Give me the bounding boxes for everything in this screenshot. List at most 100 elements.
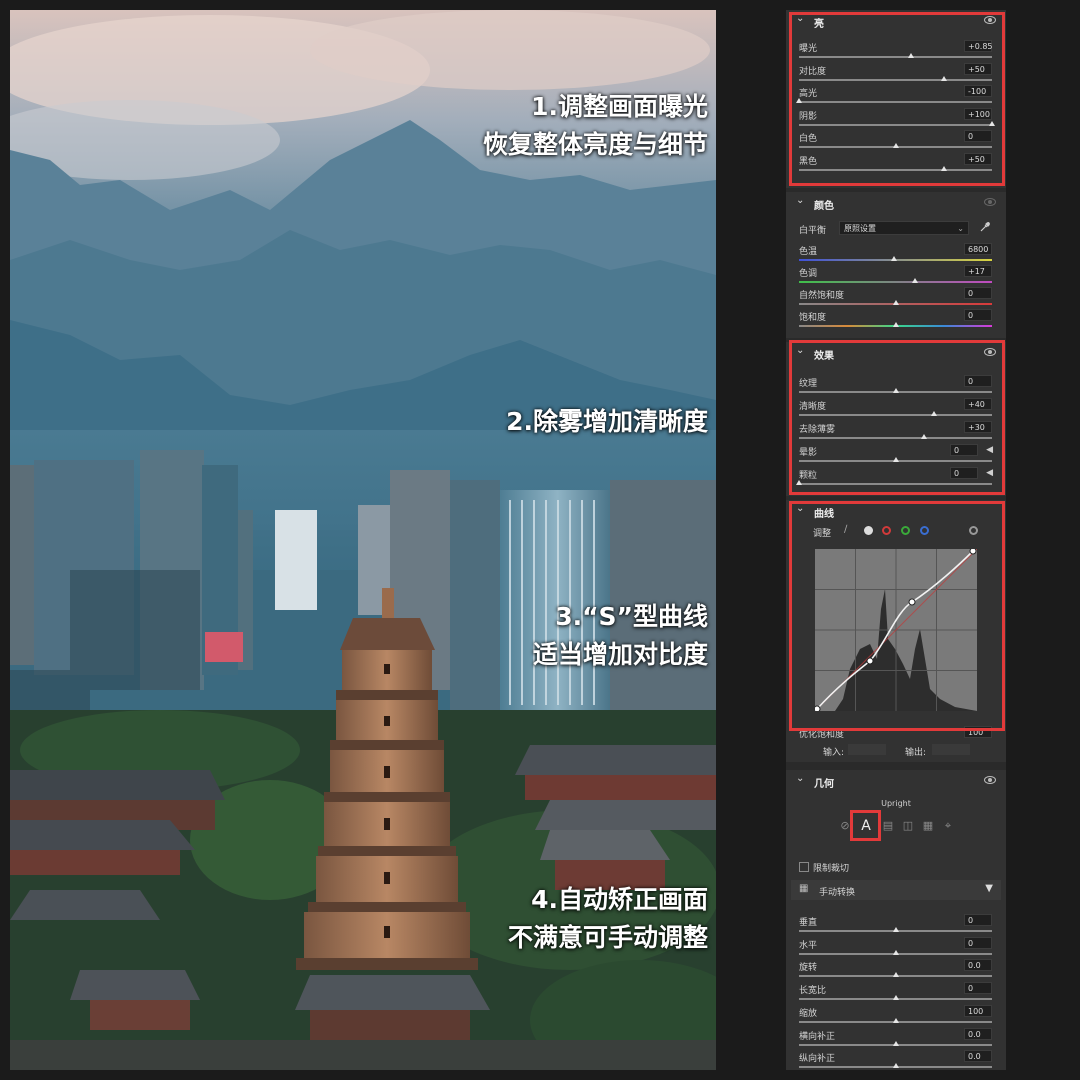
color-section: ⌄ 颜色 白平衡 原照设置 ⌄ 色温 6800 色调 +17 自然饱和度 0 饱和度 0 (786, 192, 1006, 338)
caption-geometry: 4.自动矫正画面 不满意可手动调整 (508, 881, 708, 957)
slider-track[interactable] (799, 256, 992, 261)
slider-row: 色温 6800 (786, 243, 1006, 265)
eye-icon[interactable] (984, 776, 996, 784)
caption-exposure: 1.调整画面曝光 恢复整体亮度与细节 (483, 88, 708, 164)
constrain-crop-checkbox[interactable] (799, 862, 809, 872)
slider-row: 缩放 100 (786, 1004, 1006, 1027)
color-header[interactable]: ⌄ 颜色 (786, 192, 1006, 214)
slider-label: 横向补正 (799, 1031, 836, 1042)
highlight-light (789, 12, 1005, 186)
transform-icon: ▦ (799, 883, 809, 894)
caption-line: 1.调整画面曝光 (531, 92, 708, 121)
slider-row: 色调 +17 (786, 265, 1006, 287)
eyedropper-icon[interactable] (979, 221, 991, 233)
slider-track[interactable] (799, 995, 992, 1001)
slider-thumb[interactable] (892, 1017, 899, 1023)
slider-label: 饱和度 (799, 313, 827, 323)
geometry-header[interactable]: ⌄ 几何 (786, 770, 1006, 792)
curve-output-field[interactable] (932, 744, 970, 755)
caption-line: 2.除雾增加清晰度 (506, 407, 708, 436)
curve-output-label: 输出: (905, 748, 927, 758)
slider-value-field[interactable]: +17 (964, 265, 992, 277)
develop-panel: ⌄ 亮 曝光 +0.85 对比度 +50 高光 -100 阴影 +100 白色 0 黑色 +50 ⌄ … (786, 10, 1006, 1070)
chevron-down-icon[interactable]: ⌄ (796, 773, 804, 784)
white-balance-select[interactable]: 原照设置 ⌄ (839, 221, 969, 235)
chevron-down-icon: ⌄ (957, 224, 964, 233)
slider-track[interactable] (799, 1063, 992, 1069)
slider-value-field[interactable]: 100 (964, 1004, 992, 1017)
slider-value-field[interactable]: 0.0 (964, 1050, 992, 1063)
slider-value-field[interactable]: 0.0 (964, 959, 992, 972)
photo-preview: 1.调整画面曝光 恢复整体亮度与细节 2.除雾增加清晰度 3.“S”型曲线 适当… (10, 10, 716, 1070)
upright-level-icon[interactable]: ▤ (879, 817, 897, 835)
caption-line: 不满意可手动调整 (507, 923, 708, 952)
slider-track[interactable] (799, 949, 992, 955)
slider-thumb[interactable] (892, 322, 899, 327)
slider-track[interactable] (799, 972, 992, 978)
highlight-curve (789, 501, 1005, 731)
caption-line: 3.“S”型曲线 (555, 602, 708, 631)
slider-track[interactable] (799, 927, 992, 932)
slider-label: 纵向补正 (799, 1054, 836, 1065)
slider-label: 色温 (799, 247, 818, 257)
slider-value-field[interactable]: 0 (964, 936, 992, 949)
curve-input-label: 输入: (823, 748, 845, 758)
eye-icon[interactable] (984, 198, 996, 206)
slider-label: 色调 (799, 269, 818, 279)
slider-value-field[interactable]: 0 (964, 309, 992, 321)
section-title: 几何 (814, 779, 834, 790)
slider-row: 自然饱和度 0 (786, 287, 1006, 309)
slider-track[interactable] (799, 300, 992, 305)
slider-thumb[interactable] (892, 300, 899, 305)
manual-transform-label: 手动转换 (819, 888, 856, 898)
upright-full-icon[interactable]: ▦ (919, 817, 937, 835)
slider-thumb[interactable] (892, 1063, 899, 1069)
upright-vertical-icon[interactable]: ◫ (899, 817, 917, 835)
slider-track[interactable] (799, 278, 992, 283)
slider-label: 垂直 (799, 918, 818, 928)
slider-row: 横向补正 0.0 (786, 1027, 1006, 1050)
slider-track[interactable] (799, 322, 992, 327)
slider-row: 长宽比 0 (786, 982, 1006, 1004)
slider-label: 旋转 (799, 963, 818, 974)
slider-value-field[interactable]: 0 (964, 914, 992, 926)
upright-guided-icon[interactable]: ⌖ (939, 817, 957, 835)
upright-label: Upright (881, 799, 911, 808)
highlight-effects (789, 340, 1005, 495)
triangle-down-icon[interactable]: ▼ (985, 883, 993, 894)
slider-label: 缩放 (799, 1008, 818, 1019)
section-title: 颜色 (814, 201, 834, 212)
highlight-upright-auto (850, 810, 881, 841)
slider-thumb[interactable] (890, 256, 897, 261)
slider-track[interactable] (799, 1017, 992, 1023)
slider-track[interactable] (799, 1040, 992, 1046)
caption-line: 恢复整体亮度与细节 (482, 130, 708, 159)
caption-curve: 3.“S”型曲线 适当增加对比度 (533, 598, 708, 674)
slider-value-field[interactable]: 6800 (964, 243, 992, 255)
slider-thumb[interactable] (911, 278, 918, 283)
white-balance-label: 白平衡 (799, 226, 827, 236)
caption-dehaze: 2.除雾增加清晰度 (506, 403, 708, 441)
slider-row: 垂直 0 (786, 914, 1006, 936)
chevron-down-icon[interactable]: ⌄ (796, 195, 804, 206)
constrain-crop-label: 限制裁切 (813, 864, 850, 874)
slider-row: 饱和度 0 (786, 309, 1006, 331)
caption-line: 4.自动矫正画面 (531, 885, 708, 914)
geometry-section: ⌄ 几何 Upright ⊘ A ▤ ◫ ▦ ⌖ 限制裁切 ▦ 手动转换 ▼ 垂… (786, 770, 1006, 1070)
slider-thumb[interactable] (892, 1040, 899, 1046)
slider-value-field[interactable]: 0 (964, 287, 992, 299)
slider-value-field[interactable]: 0 (964, 982, 992, 995)
white-balance-value: 原照设置 (844, 224, 876, 233)
slider-thumb[interactable] (892, 972, 899, 978)
slider-label: 长宽比 (799, 986, 827, 997)
slider-label: 自然饱和度 (799, 291, 845, 301)
slider-thumb[interactable] (892, 995, 899, 1001)
curve-input-field[interactable] (848, 744, 886, 755)
slider-value-field[interactable]: 0.0 (964, 1027, 992, 1040)
slider-thumb[interactable] (892, 949, 899, 955)
slider-thumb[interactable] (892, 927, 899, 932)
slider-label: 水平 (799, 940, 818, 951)
manual-transform-header[interactable]: ▦ 手动转换 ▼ (791, 880, 1001, 900)
caption-line: 适当增加对比度 (532, 640, 708, 669)
slider-row: 水平 0 (786, 936, 1006, 959)
